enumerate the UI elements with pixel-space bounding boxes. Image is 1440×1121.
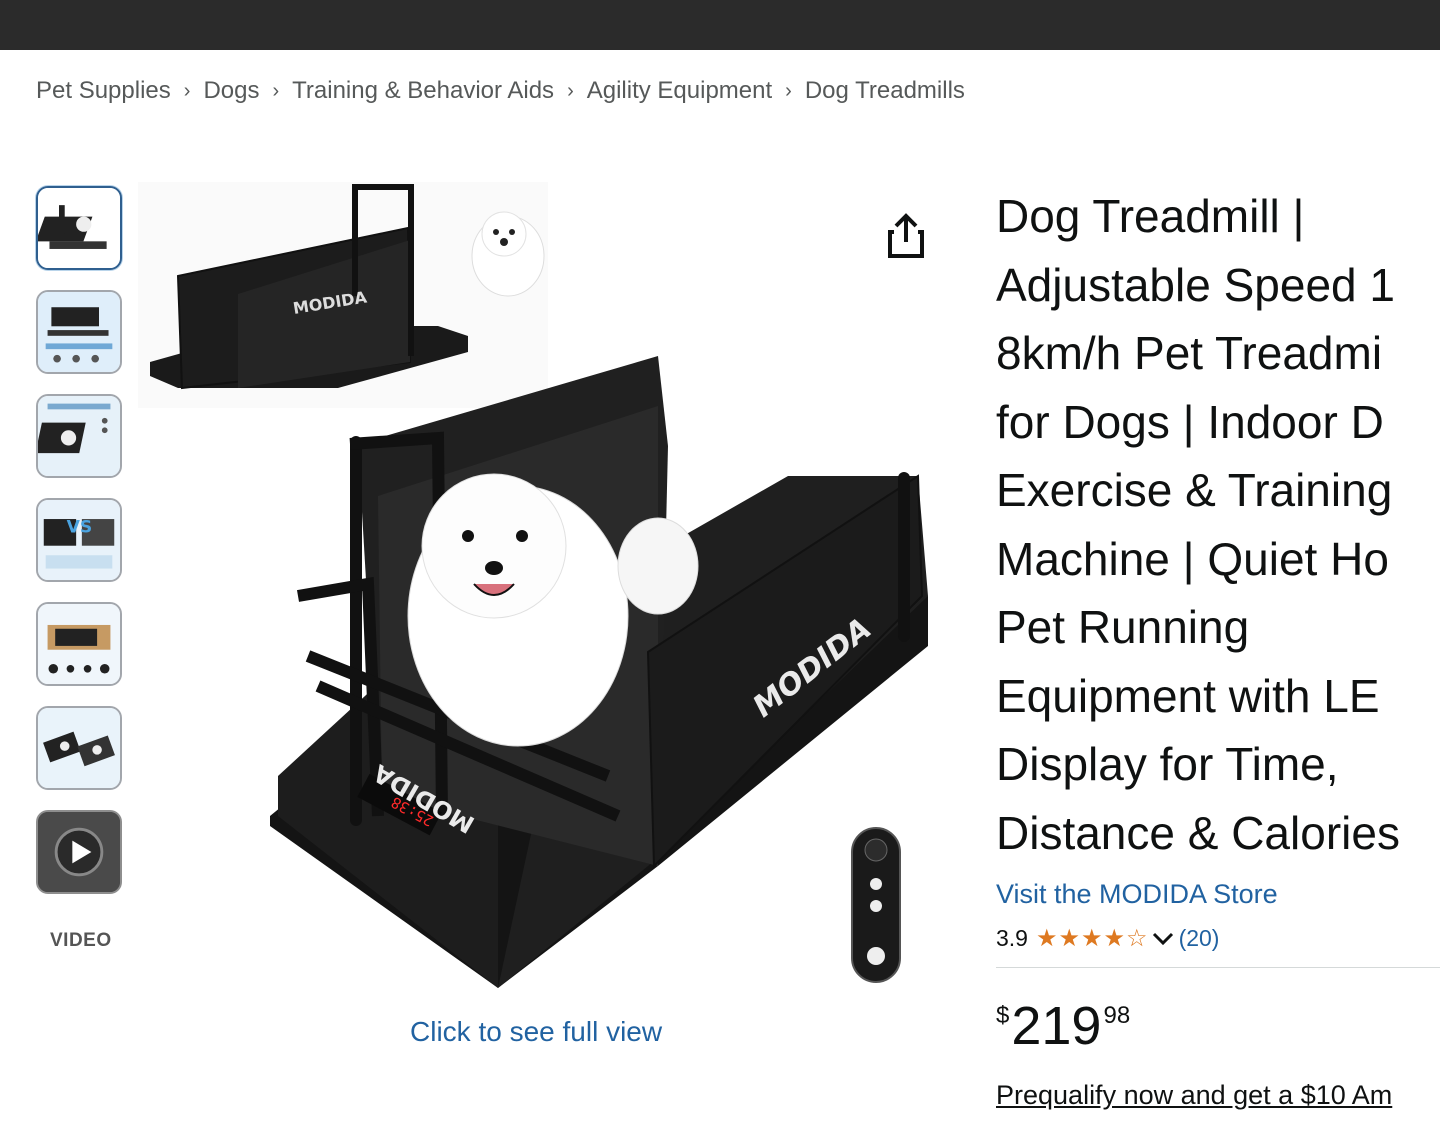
breadcrumb-separator: ›: [785, 79, 792, 102]
title-line: Adjustable Speed 1: [996, 258, 1395, 311]
thumbnail-video[interactable]: [36, 810, 122, 894]
store-link[interactable]: Visit the MODIDA Store: [996, 879, 1440, 910]
chevron-down-icon[interactable]: [1151, 931, 1175, 947]
breadcrumb-dogs[interactable]: Dogs: [203, 77, 259, 105]
title-line: Machine | Quiet Ho: [996, 532, 1389, 585]
breadcrumb-separator: ›: [183, 79, 191, 102]
prequalify-link[interactable]: Prequalify now and get a $10 Am: [996, 1080, 1440, 1111]
star-full-icon: ★: [1058, 925, 1082, 952]
thumbnail-4[interactable]: VS: [36, 498, 122, 582]
breadcrumb: Pet Supplies › Dogs › Training & Behavio…: [36, 74, 965, 108]
star-full-icon: ★: [1035, 925, 1059, 952]
rating-row: 3.9 ★★★★☆ (20): [996, 924, 1440, 953]
title-line: Pet Running: [996, 601, 1250, 653]
star-partial-icon: ★: [1103, 925, 1127, 952]
price-whole: 219: [1011, 996, 1102, 1056]
breadcrumb-agility-equipment[interactable]: Agility Equipment: [587, 77, 772, 105]
top-bar: [0, 0, 1440, 50]
star-empty-icon: ☆: [1126, 925, 1149, 952]
thumbnail-6[interactable]: [36, 706, 122, 790]
thumbnail-3[interactable]: [36, 394, 122, 478]
svg-text:VS: VS: [67, 517, 93, 537]
share-icon[interactable]: [884, 212, 928, 260]
breadcrumb-separator: ›: [567, 79, 574, 102]
breadcrumb-dog-treadmills[interactable]: Dog Treadmills: [805, 77, 965, 105]
title-line: Equipment with LE: [996, 669, 1380, 722]
breadcrumb-training-behavior-aids[interactable]: Training & Behavior Aids: [292, 77, 554, 105]
rating-value: 3.9: [996, 925, 1028, 951]
thumbnail-5[interactable]: [36, 602, 122, 686]
video-label: VIDEO: [50, 930, 112, 951]
title-line: for Dogs | Indoor D: [996, 395, 1384, 448]
price-currency: $: [996, 1002, 1010, 1029]
title-line: Exercise & Training: [996, 464, 1393, 516]
star-rating-icon[interactable]: ★★★★☆: [1036, 924, 1149, 953]
product-main-image[interactable]: MODIDA 25:38 MODIDA MODIDA: [138, 176, 960, 1016]
product-title: Dog Treadmill | Adjustable Speed 1 8km/h…: [996, 182, 1440, 867]
star-full-icon: ★: [1081, 925, 1104, 952]
price-fraction: 98: [1103, 1002, 1131, 1029]
secondary-treadmill-image: MODIDA: [138, 182, 548, 408]
thumbnail-strip: VS: [36, 186, 128, 914]
breadcrumb-pet-supplies[interactable]: Pet Supplies: [36, 77, 171, 105]
price: $ 219 98: [996, 998, 1130, 1054]
title-line: Distance & Calories: [996, 806, 1400, 859]
divider: [996, 967, 1440, 968]
review-count-link[interactable]: (20): [1179, 925, 1220, 952]
thumbnail-2[interactable]: [36, 290, 122, 374]
breadcrumb-separator: ›: [272, 79, 280, 102]
thumbnail-1[interactable]: [36, 186, 122, 270]
title-line: Display for Time,: [996, 738, 1339, 790]
full-view-link[interactable]: Click to see full view: [410, 1016, 662, 1048]
product-info: Dog Treadmill | Adjustable Speed 1 8km/h…: [996, 182, 1440, 968]
title-line: 8km/h Pet Treadmi: [996, 327, 1383, 379]
title-line: Dog Treadmill |: [996, 190, 1305, 242]
